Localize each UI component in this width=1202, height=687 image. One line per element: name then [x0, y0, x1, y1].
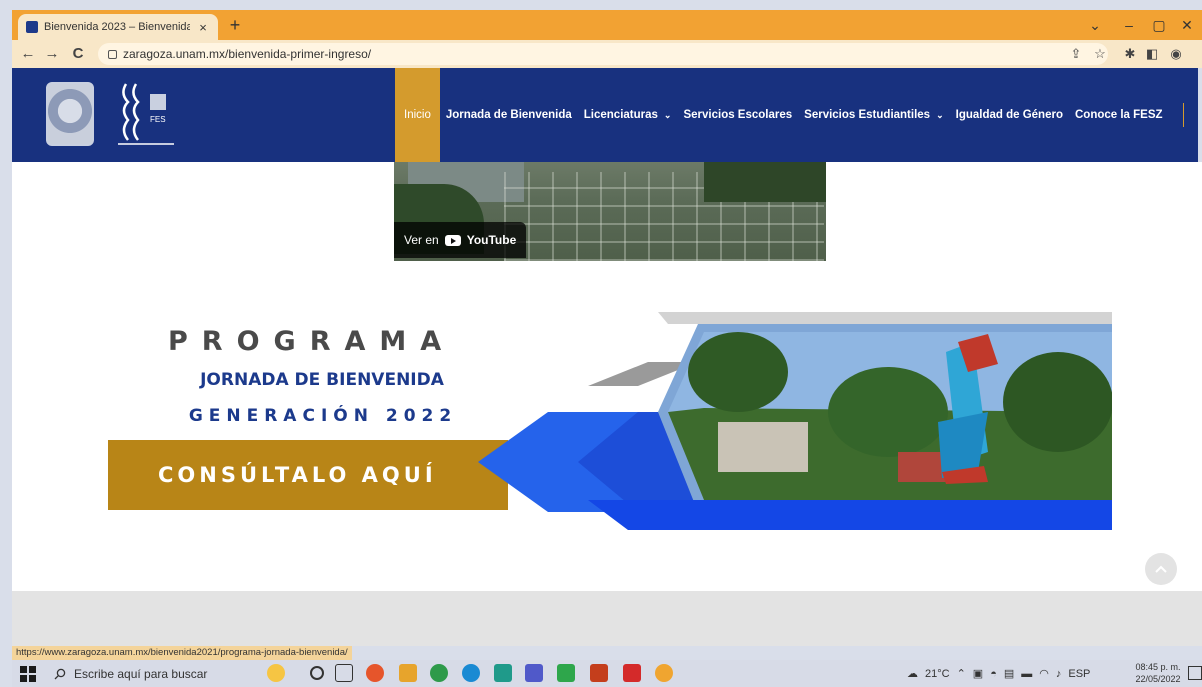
file-explorer-icon[interactable] — [399, 664, 417, 682]
chevron-down-icon: ⌄ — [663, 109, 672, 120]
teams-icon[interactable] — [525, 664, 543, 682]
browser-toolbar: ← → C zaragoza.unam.mx/bienvenida-primer… — [12, 40, 1202, 68]
site-favicon-icon — [26, 21, 38, 33]
fes-logo-text: FES — [150, 115, 166, 124]
tab-title: Bienvenida 2023 – Bienvenida Ge — [44, 21, 190, 33]
nav-item-label: Jornada de Bienvenida — [445, 109, 572, 121]
wifi-icon[interactable]: ◠ — [1039, 667, 1049, 680]
nav-item-jornada[interactable]: Jornada de Bienvenida — [440, 68, 578, 162]
scroll-to-top-button[interactable] — [1145, 553, 1177, 585]
nav-item-label: Igualdad de Género — [955, 109, 1063, 121]
chevron-up-icon — [1155, 565, 1167, 573]
page-footer — [12, 591, 1202, 646]
chrome-canary-icon[interactable] — [655, 664, 673, 682]
nav-item-servicios-estudiantiles[interactable]: Servicios Estudiantiles ⌄ — [798, 68, 949, 162]
page-content: Ver en YouTube PROGRAMA JORNADA DE BIENV… — [12, 162, 1202, 591]
acrobat-icon[interactable] — [623, 664, 641, 682]
clock-time: 08:45 p. m. — [1135, 662, 1181, 672]
youtube-video-embed[interactable]: Ver en YouTube — [394, 162, 826, 261]
taskbar-search-box[interactable]: Escribe aquí para buscar — [46, 662, 256, 685]
search-placeholder: Escribe aquí para buscar — [74, 666, 208, 681]
sidepanel-icon[interactable]: ◧ — [1142, 44, 1162, 64]
video-thumbnail-trees — [704, 162, 826, 202]
nav-item-label: Servicios Escolares — [683, 109, 793, 121]
chevron-up-icon[interactable]: ⌃ — [957, 667, 966, 680]
taskbar-clock[interactable]: 08:45 p. m. 22/05/2022 — [1132, 661, 1184, 685]
windows-start-icon[interactable] — [20, 666, 36, 682]
close-window-button[interactable]: ✕ — [1174, 15, 1200, 35]
nav-item-servicios-escolares[interactable]: Servicios Escolares — [677, 68, 798, 162]
browser-tab-strip: Bienvenida 2023 – Bienvenida Ge × + ⌄ – … — [12, 10, 1202, 40]
tab-close-icon[interactable]: × — [196, 20, 210, 35]
banner-title: PROGRAMA — [168, 326, 456, 357]
banner-subtitle: JORNADA DE BIENVENIDA — [200, 370, 444, 390]
fes-zaragoza-logo[interactable]: FES — [116, 80, 176, 148]
firefox-icon[interactable] — [366, 664, 384, 682]
share-icon[interactable]: ⇪ — [1066, 44, 1086, 64]
tray-app-icon[interactable]: ▤ — [1004, 667, 1014, 680]
address-url: zaragoza.unam.mx/bienvenida-primer-ingre… — [123, 47, 372, 61]
consultalo-button[interactable]: CONSÚLTALO AQUÍ — [108, 440, 508, 510]
battery-icon[interactable]: ▬ — [1021, 668, 1032, 680]
chrome-icon[interactable] — [430, 664, 448, 682]
nav-item-inicio[interactable]: Inicio — [395, 68, 440, 162]
cta-label: CONSÚLTALO AQUÍ — [158, 463, 437, 487]
language-indicator[interactable]: ESP — [1068, 668, 1090, 680]
maximize-button[interactable]: ▢ — [1146, 15, 1172, 35]
new-tab-button[interactable]: + — [224, 16, 246, 34]
youtube-play-icon — [444, 234, 461, 246]
cloud-sync-icon[interactable]: ◓ — [990, 668, 997, 680]
banner-campus-photo — [478, 312, 1112, 530]
main-navigation: Inicio Jornada de Bienvenida Licenciatur… — [395, 68, 1202, 162]
address-bar[interactable]: zaragoza.unam.mx/bienvenida-primer-ingre… — [98, 43, 1108, 65]
search-highlight-icon[interactable] — [267, 664, 285, 682]
back-button[interactable]: ← — [18, 44, 38, 64]
reload-button[interactable]: C — [68, 44, 88, 64]
search-icon — [54, 668, 66, 679]
store-icon[interactable] — [494, 664, 512, 682]
minimize-button[interactable]: – — [1116, 15, 1142, 35]
weather-temp[interactable]: 21°C — [925, 668, 950, 680]
link-status-bar: https://www.zaragoza.unam.mx/bienvenida2… — [12, 646, 352, 660]
nav-item-igualdad[interactable]: Igualdad de Género — [950, 68, 1069, 162]
nav-item-label: Servicios Estudiantiles — [804, 109, 931, 121]
system-tray: ☁ 21°C ⌃ ▣ ◓ ▤ ▬ ◠ ♪ ESP — [907, 660, 1090, 687]
nav-item-label: Licenciaturas — [583, 109, 658, 121]
browser-tab[interactable]: Bienvenida 2023 – Bienvenida Ge × — [18, 14, 218, 40]
nav-divider — [1182, 103, 1184, 127]
bookmark-star-icon[interactable]: ☆ — [1090, 44, 1110, 64]
extensions-icon[interactable]: ✱ — [1120, 44, 1140, 64]
green-app-icon[interactable] — [557, 664, 575, 682]
watch-on-youtube-button[interactable]: Ver en YouTube — [394, 222, 527, 258]
tab-search-button[interactable]: ⌄ — [1082, 15, 1108, 35]
cortana-icon[interactable] — [310, 666, 324, 680]
nav-item-label: Inicio — [404, 109, 431, 121]
nav-item-label: Conoce la FESZ — [1074, 109, 1163, 121]
unam-logo[interactable] — [46, 82, 94, 146]
chevron-down-icon: ⌄ — [936, 109, 944, 120]
notifications-icon[interactable] — [1188, 666, 1202, 680]
forward-button[interactable]: → — [42, 44, 62, 64]
weather-icon[interactable]: ☁ — [907, 667, 918, 680]
youtube-label: YouTube — [466, 233, 517, 247]
site-header: FES Inicio Jornada de Bienvenida Licenci… — [12, 68, 1198, 162]
powerpoint-icon[interactable] — [590, 664, 608, 682]
banner-generation: GENERACIÓN 2022 — [188, 406, 458, 426]
watch-on-label: Ver en — [404, 233, 439, 247]
tray-app-icon[interactable]: ▣ — [973, 667, 983, 680]
nav-item-conoce-fesz[interactable]: Conoce la FESZ — [1069, 68, 1169, 162]
volume-icon[interactable]: ♪ — [1056, 668, 1062, 680]
lock-icon — [108, 49, 117, 59]
nav-item-licenciaturas[interactable]: Licenciaturas ⌄ — [578, 68, 678, 162]
program-banner[interactable]: PROGRAMA JORNADA DE BIENVENIDA GENERACIÓ… — [108, 312, 1112, 530]
edge-icon[interactable] — [462, 664, 480, 682]
task-view-icon[interactable] — [335, 664, 353, 682]
profile-avatar-icon[interactable]: ◉ — [1166, 44, 1186, 64]
windows-taskbar: Escribe aquí para buscar ☁ 21°C ⌃ ▣ ◓ ▤ … — [12, 660, 1202, 687]
clock-date: 22/05/2022 — [1135, 674, 1181, 684]
